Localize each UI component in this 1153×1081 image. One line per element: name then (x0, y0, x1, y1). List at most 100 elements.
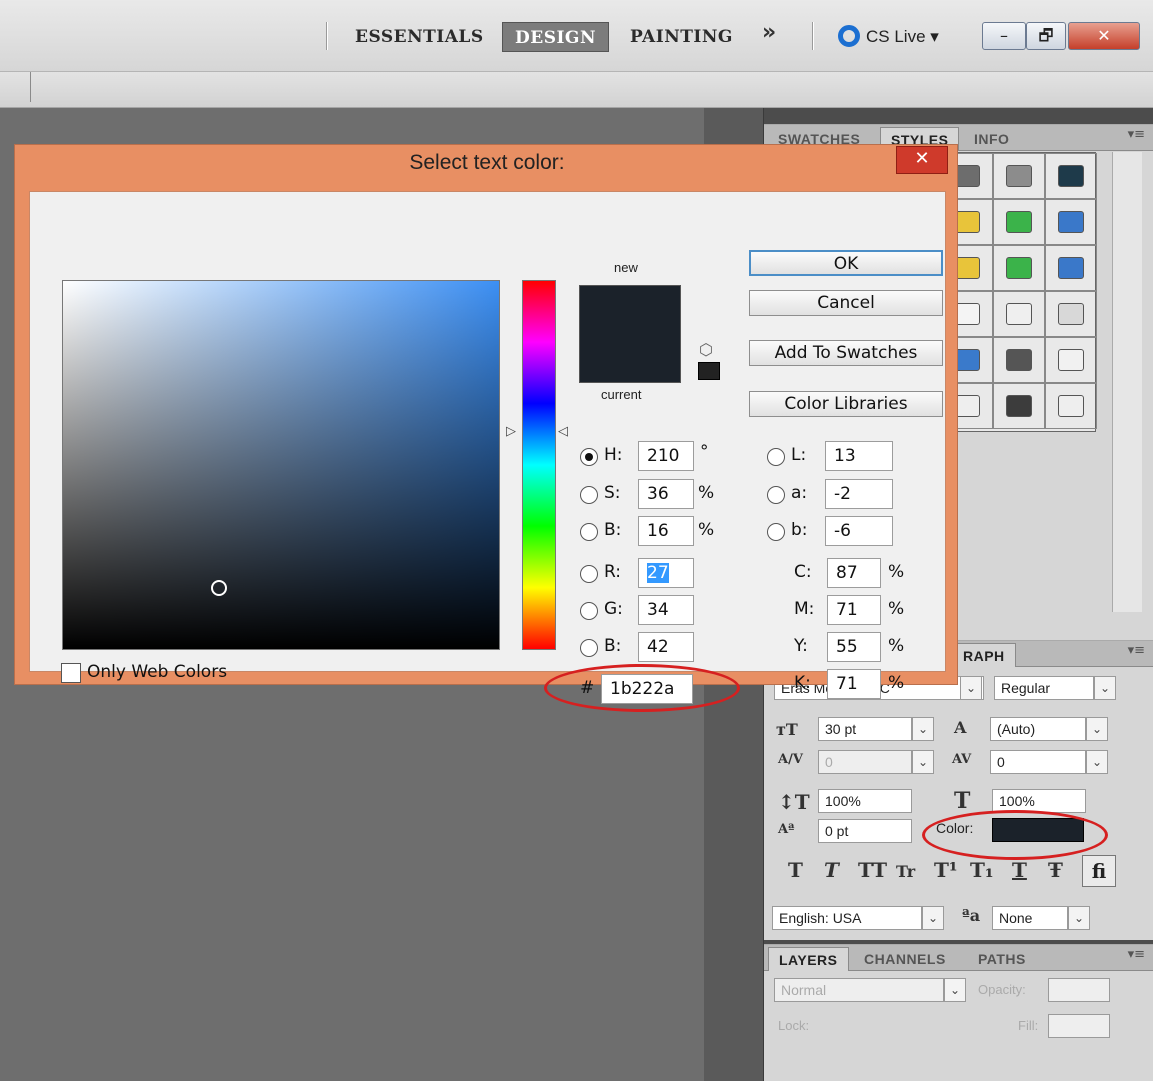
black-field[interactable]: 71 (827, 669, 881, 699)
tab-info[interactable]: INFO (964, 127, 1019, 151)
fill-label: Fill: (1018, 1018, 1039, 1033)
kerning-field[interactable]: 0 (818, 750, 912, 774)
style-preset[interactable] (993, 291, 1045, 337)
web-safe-swatch[interactable] (698, 362, 720, 380)
chevron-down-icon[interactable]: ⌄ (1094, 676, 1116, 700)
hue-slider-right-arrow[interactable]: ◁ (558, 424, 568, 439)
saturation-brightness-field[interactable] (62, 280, 500, 650)
cancel-button[interactable]: Cancel (749, 290, 943, 316)
ok-button[interactable]: OK (749, 250, 943, 276)
chevron-down-icon[interactable]: ⌄ (912, 717, 934, 741)
fill-field[interactable] (1048, 1014, 1110, 1038)
chevron-down-icon[interactable]: ⌄ (960, 676, 982, 700)
tracking-field[interactable]: 0 (990, 750, 1086, 774)
a-radio[interactable] (767, 486, 785, 504)
minimize-button[interactable]: – (982, 22, 1026, 50)
styles-scrollbar[interactable] (1112, 152, 1142, 612)
red-field[interactable]: 27 (638, 558, 694, 588)
magenta-field[interactable]: 71 (827, 595, 881, 625)
hue-slider-left-arrow[interactable]: ▷ (506, 424, 516, 439)
brightness-radio[interactable] (580, 523, 598, 541)
style-preset[interactable] (993, 199, 1045, 245)
style-preset[interactable] (1045, 291, 1097, 337)
green-radio[interactable] (580, 602, 598, 620)
color-libraries-button[interactable]: Color Libraries (749, 391, 943, 417)
style-preset[interactable] (1045, 245, 1097, 291)
all-caps-button[interactable]: TT (858, 858, 887, 882)
close-window-button[interactable]: ✕ (1068, 22, 1140, 50)
style-preset[interactable] (1045, 153, 1097, 199)
style-preset[interactable] (1045, 199, 1097, 245)
workspace-painting[interactable]: PAINTING (630, 22, 733, 52)
restore-button[interactable]: 🗗 (1026, 22, 1066, 50)
lightness-field[interactable]: 13 (825, 441, 893, 471)
green-field[interactable]: 34 (638, 595, 694, 625)
more-workspaces-button[interactable]: » (762, 20, 776, 45)
red-radio[interactable] (580, 565, 598, 583)
lock-label: Lock: (778, 1018, 810, 1033)
chevron-down-icon[interactable]: ⌄ (944, 978, 966, 1002)
underline-button[interactable]: T (1012, 858, 1027, 882)
chevron-down-icon[interactable]: ⌄ (1068, 906, 1090, 930)
cyan-field[interactable]: 87 (827, 558, 881, 588)
leading-field[interactable]: (Auto) (990, 717, 1086, 741)
vertical-scale-field[interactable]: 100% (818, 789, 912, 813)
hue-unit: ° (700, 442, 709, 462)
b-radio[interactable] (767, 523, 785, 541)
out-of-gamut-cube-icon[interactable]: ⬡ (699, 340, 713, 359)
saturation-radio[interactable] (580, 486, 598, 504)
font-size-field[interactable]: 30 pt (818, 717, 912, 741)
faux-italic-button[interactable]: T (824, 858, 839, 882)
lightness-radio[interactable] (767, 448, 785, 466)
b-field[interactable]: -6 (825, 516, 893, 546)
blue-field[interactable]: 42 (638, 632, 694, 662)
hue-field[interactable]: 210 (638, 441, 694, 471)
superscript-button[interactable]: T¹ (934, 858, 958, 882)
yellow-field[interactable]: 55 (827, 632, 881, 662)
tab-channels[interactable]: CHANNELS (854, 947, 956, 971)
opacity-field[interactable] (1048, 978, 1110, 1002)
saturation-field[interactable]: 36 (638, 479, 694, 509)
style-preset[interactable] (1045, 337, 1097, 383)
style-preset[interactable] (993, 245, 1045, 291)
blend-mode-select[interactable]: Normal (774, 978, 944, 1002)
dialog-close-button[interactable]: ✕ (896, 146, 948, 174)
chevron-down-icon[interactable]: ⌄ (1086, 717, 1108, 741)
only-web-colors-checkbox[interactable] (61, 663, 81, 683)
a-field[interactable]: -2 (825, 479, 893, 509)
strikethrough-button[interactable]: Ŧ (1048, 858, 1063, 882)
hue-radio[interactable] (580, 448, 598, 466)
style-swatch (1058, 257, 1084, 279)
yellow-unit: % (888, 636, 905, 656)
baseline-shift-field[interactable]: 0 pt (818, 819, 912, 843)
subscript-button[interactable]: T₁ (970, 858, 994, 882)
tab-layers[interactable]: LAYERS (768, 947, 849, 971)
font-style-select[interactable]: Regular (994, 676, 1094, 700)
tab-paragraph[interactable]: RAPH (952, 643, 1016, 667)
highlight-ellipse (544, 664, 740, 712)
chevron-down-icon[interactable]: ⌄ (922, 906, 944, 930)
panel-menu-icon[interactable]: ▾≡ (1128, 643, 1145, 658)
faux-bold-button[interactable]: T (788, 858, 803, 882)
tab-paths[interactable]: PATHS (968, 947, 1036, 971)
hue-slider[interactable] (522, 280, 556, 650)
add-to-swatches-button[interactable]: Add To Swatches (749, 340, 943, 366)
ligature-button[interactable]: fi (1082, 855, 1116, 887)
style-preset[interactable] (993, 337, 1045, 383)
small-caps-button[interactable]: Tr (896, 862, 915, 881)
antialias-select[interactable]: None (992, 906, 1068, 930)
brightness-field[interactable]: 16 (638, 516, 694, 546)
style-preset[interactable] (993, 153, 1045, 199)
chevron-down-icon[interactable]: ⌄ (1086, 750, 1108, 774)
color-picker-marker[interactable] (211, 580, 227, 596)
workspace-essentials[interactable]: ESSENTIALS (355, 22, 484, 52)
panel-menu-icon[interactable]: ▾≡ (1128, 947, 1145, 962)
chevron-down-icon[interactable]: ⌄ (912, 750, 934, 774)
style-preset[interactable] (1045, 383, 1097, 429)
workspace-design[interactable]: DESIGN (502, 22, 609, 52)
panel-menu-icon[interactable]: ▾≡ (1128, 127, 1145, 142)
style-preset[interactable] (993, 383, 1045, 429)
blue-radio[interactable] (580, 639, 598, 657)
language-select[interactable]: English: USA (772, 906, 922, 930)
cs-live-menu[interactable]: CS Live ▾ (838, 22, 939, 52)
